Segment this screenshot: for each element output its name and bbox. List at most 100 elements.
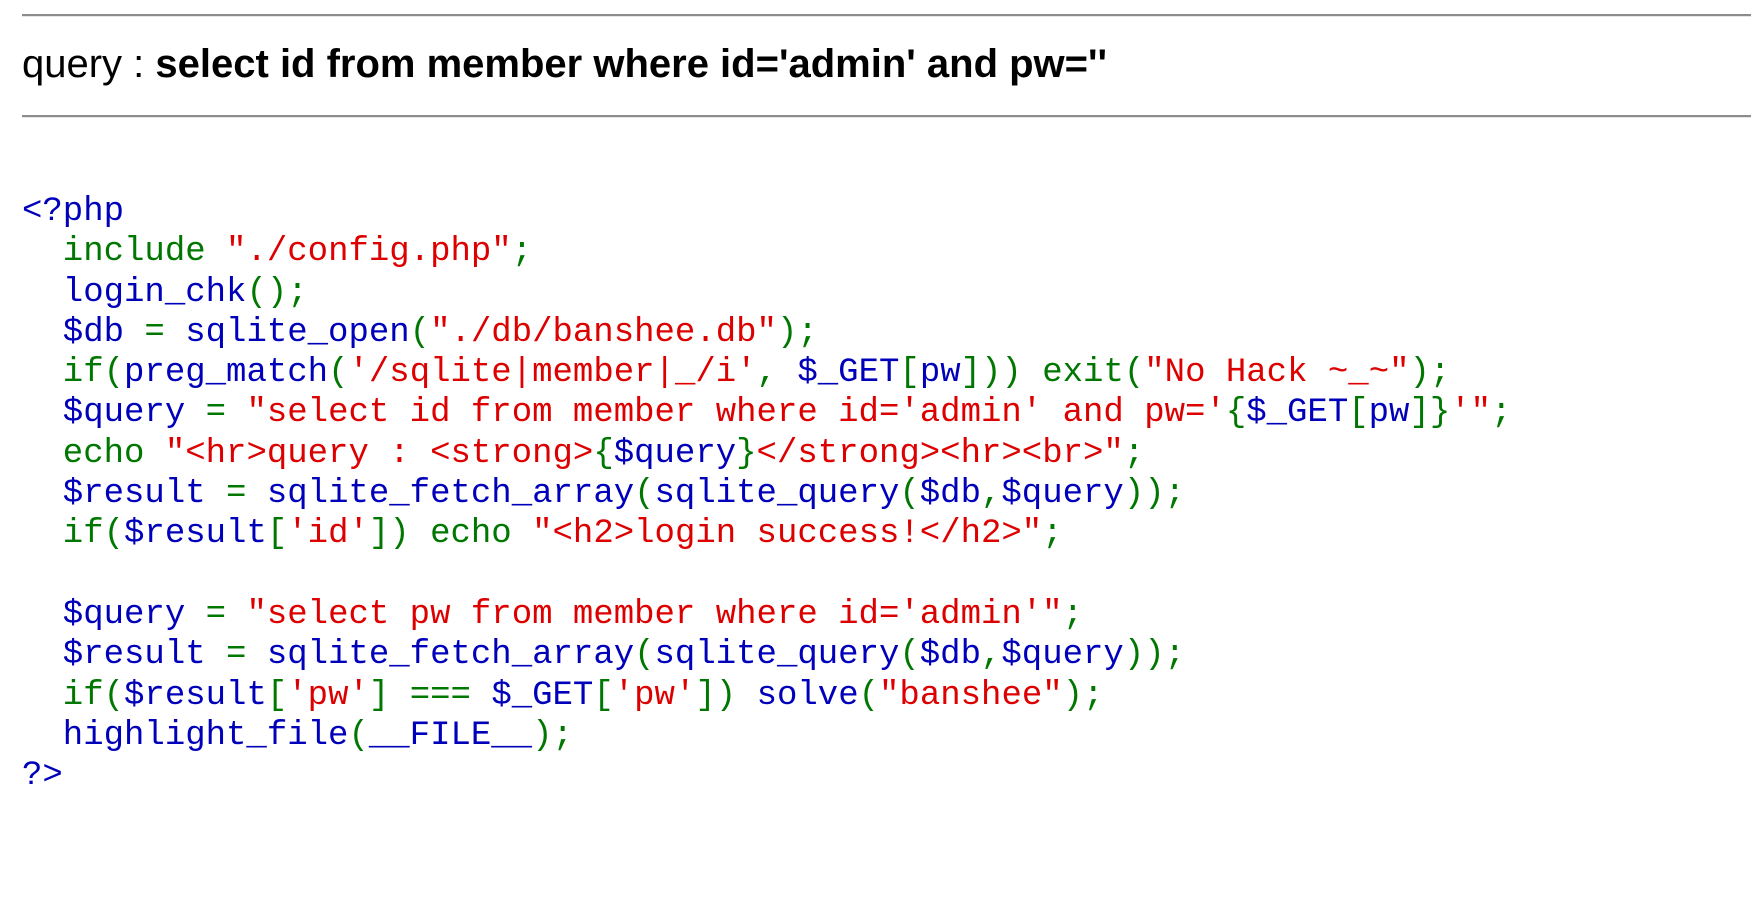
code-token: "<hr>query : <strong> xyxy=(164,434,594,473)
code-token: = xyxy=(226,636,267,675)
code-line: $query = "select pw from member where id… xyxy=(22,595,1512,635)
query-display: query : select id from member where id='… xyxy=(22,38,1107,90)
code-token: , xyxy=(981,636,1002,675)
code-token: } xyxy=(736,434,757,473)
code-token: $result xyxy=(22,636,227,675)
code-token: if( xyxy=(22,354,125,393)
code-token: sqlite_open xyxy=(185,313,410,352)
code-token: if( xyxy=(22,676,125,715)
code-token: { xyxy=(1225,394,1247,433)
code-token: 'pw' xyxy=(287,676,369,715)
code-token: [ xyxy=(899,354,920,393)
code-token: = xyxy=(205,595,247,634)
code-token: "banshee" xyxy=(879,676,1063,715)
code-line: login_chk(); xyxy=(22,273,1512,313)
code-line: $query = "select id from member where id… xyxy=(22,393,1512,433)
code-token: ( xyxy=(634,636,655,675)
code-token: ; xyxy=(1491,394,1512,433)
code-token: ?> xyxy=(22,757,63,796)
code-line: ?> xyxy=(22,756,1512,796)
code-token: ( xyxy=(899,636,920,675)
code-token: ); xyxy=(1409,354,1451,393)
code-token: $query xyxy=(613,434,737,473)
code-token: '/sqlite|member|_/i' xyxy=(348,354,757,393)
code-token: "No Hack ~_~" xyxy=(1144,354,1410,393)
code-token: "select pw from member where id='admin'" xyxy=(246,595,1063,634)
code-token: (); xyxy=(246,273,308,312)
code-token: "select id from member where id='admin' … xyxy=(246,394,1226,433)
code-token: $_GET xyxy=(797,354,900,393)
code-token: 'id' xyxy=(287,515,369,554)
code-token: pw xyxy=(919,354,961,393)
code-token: [ xyxy=(1348,394,1369,433)
code-token: sqlite_query xyxy=(654,636,900,675)
code-token: $_GET xyxy=(491,676,594,715)
code-token: ); xyxy=(1062,676,1104,715)
code-token: echo xyxy=(22,434,165,473)
code-token: ( xyxy=(328,354,349,393)
code-token: ; xyxy=(1123,434,1145,473)
code-token: "<h2>login success!</h2>" xyxy=(532,515,1043,554)
code-token: [ xyxy=(266,515,288,554)
code-token: 'pw' xyxy=(613,676,696,715)
code-token: '" xyxy=(1450,394,1492,433)
code-token: ]} xyxy=(1409,394,1451,433)
code-token: , xyxy=(756,354,798,393)
code-token: </strong><hr><br>" xyxy=(756,434,1124,473)
code-token: ]) xyxy=(695,676,757,715)
code-token: = xyxy=(205,394,247,433)
code-token: include xyxy=(22,233,227,272)
code-token: solve xyxy=(756,676,859,715)
code-token: $db xyxy=(919,475,981,514)
code-token: ( xyxy=(858,676,880,715)
code-token: ])) exit( xyxy=(960,354,1145,393)
code-token: ( xyxy=(409,313,431,352)
php-source-code: <?php include "./config.php"; login_chk(… xyxy=(22,192,1512,796)
code-token: )); xyxy=(1123,475,1186,514)
code-token: ( xyxy=(348,716,369,755)
code-token: "./db/banshee.db" xyxy=(430,313,777,352)
code-line: if($result['id']) echo "<h2>login succes… xyxy=(22,514,1512,554)
query-label: query : xyxy=(22,42,156,86)
code-token: <?php xyxy=(22,193,125,231)
code-token: ); xyxy=(532,716,573,755)
code-line: if(preg_match('/sqlite|member|_/i', $_GE… xyxy=(22,353,1512,393)
code-token: [ xyxy=(593,676,614,715)
code-token: sqlite_fetch_array xyxy=(266,475,635,514)
code-token: $query xyxy=(1001,475,1124,514)
code-token: $db xyxy=(22,313,145,352)
code-token: ( xyxy=(899,475,920,514)
code-token: login_chk xyxy=(22,273,247,312)
code-token: )); xyxy=(1123,636,1186,675)
code-token: $result xyxy=(124,515,267,554)
query-text: select id from member where id='admin' a… xyxy=(155,42,1108,86)
code-token: ; xyxy=(511,233,533,272)
horizontal-rule-bottom xyxy=(22,115,1751,118)
code-token: { xyxy=(593,434,614,473)
code-token: pw xyxy=(1368,394,1410,433)
code-token: ( xyxy=(634,475,655,514)
code-line: $db = sqlite_open("./db/banshee.db"); xyxy=(22,313,1512,353)
code-token: sqlite_query xyxy=(654,475,900,514)
code-line: <?php xyxy=(22,192,1512,232)
code-token: $result xyxy=(124,676,267,715)
code-token: preg_match xyxy=(124,354,329,393)
code-token: = xyxy=(226,475,267,514)
code-token: $_GET xyxy=(1246,394,1349,433)
code-token: $result xyxy=(22,475,227,514)
code-token: ]) echo xyxy=(368,515,533,554)
code-token: ; xyxy=(1042,515,1063,554)
code-token: highlight_file xyxy=(22,716,349,755)
code-token: $query xyxy=(1001,636,1124,675)
code-line: $result = sqlite_fetch_array(sqlite_quer… xyxy=(22,635,1512,675)
code-line: $result = sqlite_fetch_array(sqlite_quer… xyxy=(22,474,1512,514)
code-line: if($result['pw'] === $_GET['pw']) solve(… xyxy=(22,676,1512,716)
code-line: include "./config.php"; xyxy=(22,232,1512,272)
code-token: $query xyxy=(22,595,206,634)
code-token: $query xyxy=(22,394,206,433)
code-token: , xyxy=(981,475,1002,514)
code-token: $db xyxy=(919,636,981,675)
code-token: "./config.php" xyxy=(226,233,512,272)
code-line: echo "<hr>query : <strong>{$query}</stro… xyxy=(22,434,1512,474)
